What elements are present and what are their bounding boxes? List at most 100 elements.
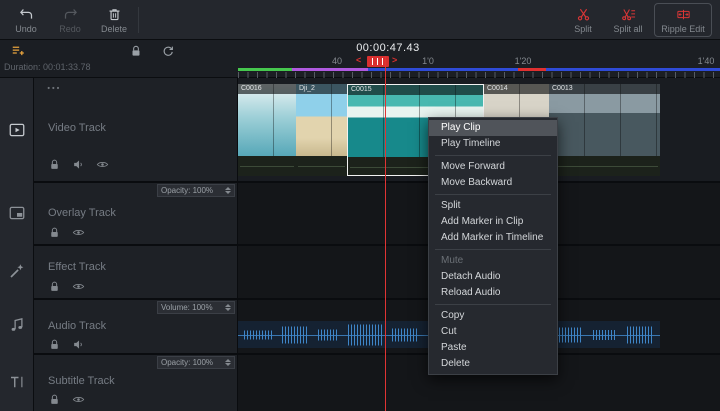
playhead-left-arrow[interactable]: < xyxy=(356,55,361,65)
overlay-opacity-control[interactable]: Opacity: 100% xyxy=(157,184,235,197)
video-track-options-button[interactable] xyxy=(46,82,62,94)
video-track-icon[interactable] xyxy=(8,121,26,139)
menu-item-cut[interactable]: Cut xyxy=(429,324,557,340)
tracks-area: C0016 Dji_2 C0015 C0014 C0013 xyxy=(0,78,720,411)
speaker-icon[interactable] xyxy=(72,338,86,352)
stepper-arrows-icon[interactable] xyxy=(225,304,231,311)
speaker-icon[interactable] xyxy=(72,158,86,172)
render-strip-blue2 xyxy=(546,68,720,71)
menu-item-play-timeline[interactable]: Play Timeline xyxy=(429,136,557,152)
menu-item-paste[interactable]: Paste xyxy=(429,340,557,356)
clip-audio-strip xyxy=(549,156,660,176)
audio-track-icon[interactable] xyxy=(8,316,26,334)
lock-icon[interactable] xyxy=(48,393,62,407)
clip-c0016[interactable]: C0016 xyxy=(238,84,296,176)
subtitle-track-icon[interactable] xyxy=(8,373,26,391)
video-track-name: Video Track xyxy=(48,122,106,134)
ruler-tick: 40 xyxy=(332,56,342,66)
split-all-button[interactable]: Split all xyxy=(605,3,651,37)
rotate-button[interactable] xyxy=(158,43,178,59)
eye-icon[interactable] xyxy=(96,158,110,172)
subtitle-opacity-control[interactable]: Opacity: 100% xyxy=(157,356,235,369)
render-strip-red xyxy=(518,68,546,71)
add-track-icon xyxy=(11,44,25,58)
menu-item-move-forward[interactable]: Move Forward xyxy=(429,159,557,175)
overlay-track-icon[interactable] xyxy=(8,204,26,222)
ruler-tick: 1'0 xyxy=(422,56,434,66)
track-separator xyxy=(34,244,720,246)
context-menu: Play Clip Play Timeline Move Forward Mov… xyxy=(428,117,558,375)
time-ruler[interactable]: 40 1'0 1'20 1'40 < > xyxy=(238,40,720,78)
video-track-header: Video Track xyxy=(34,78,238,181)
ripple-edit-label: Ripple Edit xyxy=(661,24,705,34)
redo-icon xyxy=(63,7,78,22)
clip-label: C0014 xyxy=(484,84,549,94)
menu-item-mute[interactable]: Mute xyxy=(429,253,557,269)
track-separator xyxy=(34,298,720,300)
split-button[interactable]: Split xyxy=(563,3,603,37)
menu-item-reload-audio[interactable]: Reload Audio xyxy=(429,285,557,301)
render-strip-blue xyxy=(368,68,518,71)
subtitle-track-name: Subtitle Track xyxy=(48,375,115,387)
clip-dji[interactable]: Dji_2 xyxy=(296,84,347,176)
menu-item-play-clip[interactable]: Play Clip xyxy=(429,120,557,136)
eye-icon[interactable] xyxy=(72,226,86,240)
ripple-edit-button[interactable]: Ripple Edit xyxy=(654,3,712,37)
scissors-all-icon xyxy=(621,7,636,22)
stepper-arrows-icon[interactable] xyxy=(225,187,231,194)
render-strip-green xyxy=(238,68,292,71)
redo-label: Redo xyxy=(59,24,81,34)
effect-track-header: Effect Track xyxy=(34,244,238,298)
effect-track-name: Effect Track xyxy=(48,261,106,273)
lock-icon[interactable] xyxy=(48,226,62,240)
eye-icon[interactable] xyxy=(72,280,86,294)
redo-button[interactable]: Redo xyxy=(48,3,92,37)
audio-volume-label: Volume: 100% xyxy=(161,303,213,312)
add-track-button[interactable] xyxy=(6,43,30,59)
toolbar: Undo Redo Delete Split Split all xyxy=(0,0,720,40)
ripple-edit-icon xyxy=(676,7,691,22)
menu-item-split[interactable]: Split xyxy=(429,198,557,214)
clip-label-bar: Dji_2 xyxy=(296,84,347,94)
playhead-line[interactable] xyxy=(385,56,386,411)
clip-c0013[interactable]: C0013 xyxy=(549,84,660,176)
split-all-label: Split all xyxy=(613,24,642,34)
clip-label: Dji_2 xyxy=(296,84,347,94)
clip-thumbnail xyxy=(296,84,347,156)
clip-label: C0016 xyxy=(238,84,296,94)
menu-item-copy[interactable]: Copy xyxy=(429,308,557,324)
delete-label: Delete xyxy=(101,24,127,34)
menu-item-add-marker-in-timeline[interactable]: Add Marker in Timeline xyxy=(429,230,557,246)
menu-item-move-backward[interactable]: Move Backward xyxy=(429,175,557,191)
overlay-track-name: Overlay Track xyxy=(48,207,116,219)
scissors-icon xyxy=(576,7,591,22)
lock-icon[interactable] xyxy=(48,338,62,352)
toolbar-divider xyxy=(138,7,139,33)
subtitle-opacity-label: Opacity: 100% xyxy=(161,358,213,367)
audio-clip-waveform[interactable] xyxy=(545,321,660,348)
subtitle-track-header: Opacity: 100% Subtitle Track xyxy=(34,353,238,411)
menu-item-add-marker-in-clip[interactable]: Add Marker in Clip xyxy=(429,214,557,230)
track-separator xyxy=(34,353,720,355)
audio-track-header: Volume: 100% Audio Track xyxy=(34,298,238,353)
eye-icon[interactable] xyxy=(72,393,86,407)
playhead-right-arrow[interactable]: > xyxy=(392,55,397,65)
stepper-arrows-icon[interactable] xyxy=(225,359,231,366)
undo-button[interactable]: Undo xyxy=(4,3,48,37)
menu-item-delete[interactable]: Delete xyxy=(429,356,557,372)
overlay-opacity-label: Opacity: 100% xyxy=(161,186,213,195)
audio-track-name: Audio Track xyxy=(48,320,106,332)
duration-label: Duration: 00:01:33.78 xyxy=(4,62,91,72)
track-type-strip xyxy=(0,78,34,411)
audio-volume-control[interactable]: Volume: 100% xyxy=(157,301,235,314)
undo-label: Undo xyxy=(15,24,37,34)
lock-toggle-button[interactable] xyxy=(126,43,146,59)
delete-button[interactable]: Delete xyxy=(92,3,136,37)
lock-icon[interactable] xyxy=(48,158,62,172)
lock-icon[interactable] xyxy=(48,280,62,294)
clip-label-bar: C0016 xyxy=(238,84,296,94)
menu-item-detach-audio[interactable]: Detach Audio xyxy=(429,269,557,285)
menu-separator xyxy=(435,194,551,195)
trash-icon xyxy=(107,7,122,22)
effect-track-icon[interactable] xyxy=(8,262,26,280)
